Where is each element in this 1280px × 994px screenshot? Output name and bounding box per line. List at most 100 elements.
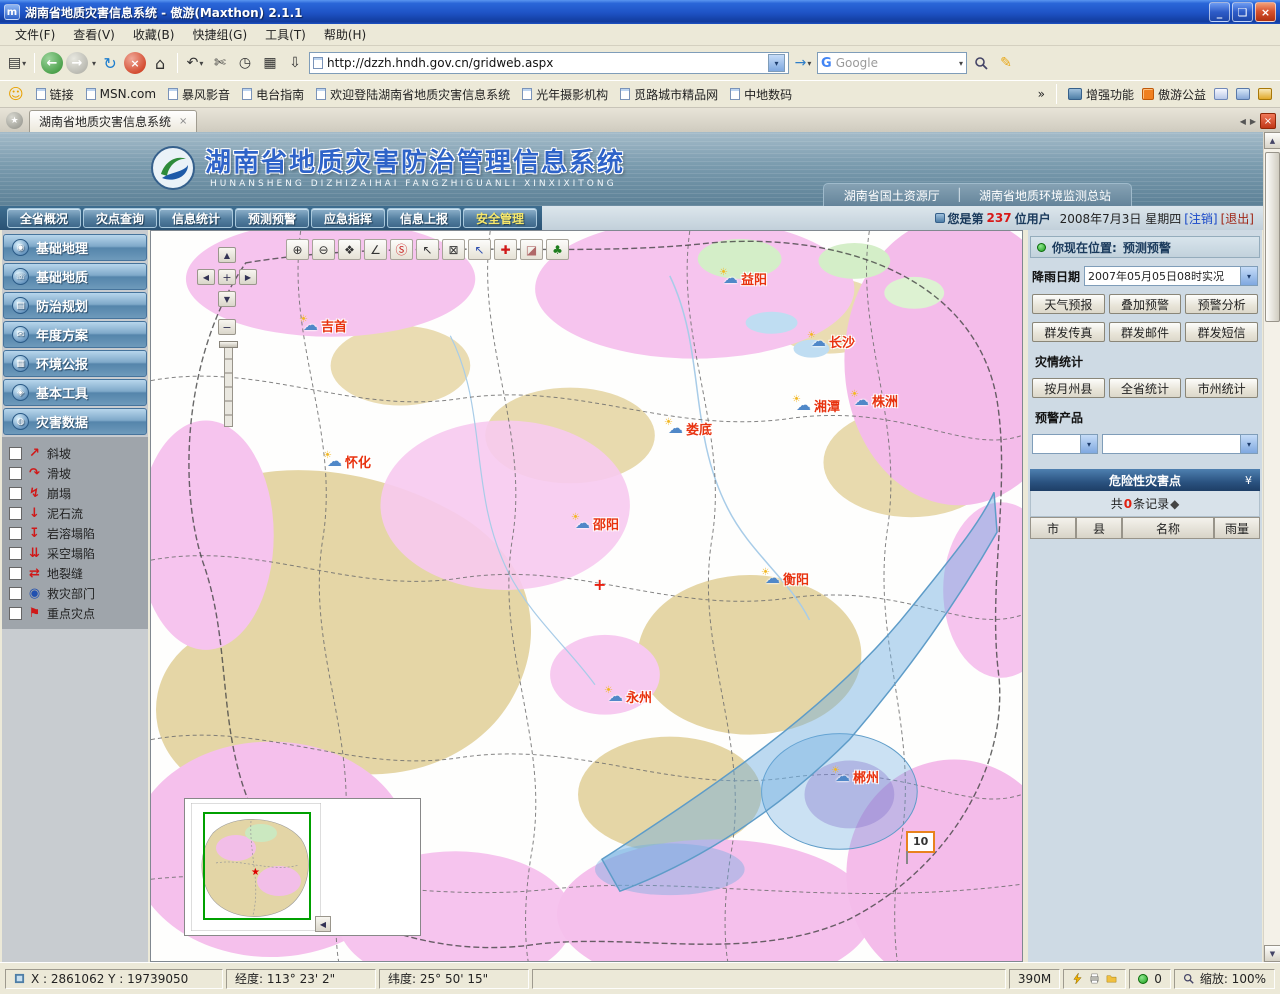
minimize-button[interactable]: _ <box>1209 2 1230 22</box>
nav-tab[interactable]: 预测预警 <box>235 208 309 228</box>
layer-checkbox[interactable] <box>9 527 22 540</box>
select-rect-tool[interactable]: ⊠ <box>442 239 465 260</box>
nav-tab[interactable]: 安全管理 <box>463 208 537 228</box>
layer-checkbox[interactable] <box>9 487 22 500</box>
layer-checkbox[interactable] <box>9 567 22 580</box>
select-arrow-tool[interactable]: ↖ <box>416 239 439 260</box>
menu-item[interactable]: 文件(F) <box>6 23 64 46</box>
layer-checkbox[interactable] <box>9 607 22 620</box>
scroll-up-icon[interactable]: ▲ <box>1264 132 1280 149</box>
scrollbar-thumb[interactable] <box>1265 152 1280 322</box>
maximize-button[interactable]: ❏ <box>1232 2 1253 22</box>
proxy-cell[interactable]: 0 <box>1129 969 1171 989</box>
panel-collapse-icon[interactable]: ¥ <box>1245 474 1252 487</box>
link-geo-monitor[interactable]: 湖南省地质环境监测总站 <box>979 187 1111 204</box>
select-point-tool[interactable]: ↖ <box>468 239 491 260</box>
tab-scroll-left-icon[interactable]: ◀ <box>1240 117 1246 126</box>
panel-button[interactable]: 按月州县 <box>1032 378 1105 398</box>
layer-checkbox[interactable] <box>9 467 22 480</box>
city-marker[interactable]: ☀☁ 衡阳 <box>761 569 809 588</box>
table-header-cell[interactable]: 名称 <box>1122 517 1214 539</box>
charity-link[interactable]: 傲游公益 <box>1142 86 1206 103</box>
table-header-cell[interactable]: 市 <box>1030 517 1076 539</box>
back-button[interactable]: ← <box>41 52 63 74</box>
sidebar-item[interactable]: ☏ 基础地质 <box>3 263 147 290</box>
exit-link[interactable]: [退出] <box>1221 210 1254 227</box>
zoom-in-tool[interactable]: ⊕ <box>286 239 309 260</box>
zoom-out-tool[interactable]: ⊖ <box>312 239 335 260</box>
new-page-button[interactable]: ▤▾ <box>6 51 28 75</box>
menu-item[interactable]: 工具(T) <box>256 23 315 46</box>
overview-collapse-button[interactable]: ◀ <box>315 916 331 932</box>
rain-date-select[interactable]: 2007年05月05日08时实况 ▾ <box>1084 266 1258 286</box>
printer-icon[interactable] <box>1089 973 1100 984</box>
layer-checkbox[interactable] <box>9 547 22 560</box>
tab-disaster-system[interactable]: 湖南省地质灾害信息系统 × <box>29 110 197 132</box>
panel-button[interactable]: 预警分析 <box>1185 294 1258 314</box>
sidebar-item[interactable]: ▦ 环境公报 <box>3 350 147 377</box>
stop-tool[interactable]: Ⓢ <box>390 239 413 260</box>
eraser-tool[interactable]: ◪ <box>520 239 543 260</box>
scroll-down-icon[interactable]: ▼ <box>1264 945 1280 962</box>
quick-link[interactable]: 光年摄影机构 <box>522 86 608 103</box>
sidebar-item[interactable]: ◈ 基本工具 <box>3 379 147 406</box>
nav-tab[interactable]: 信息上报 <box>387 208 461 228</box>
zoom-in-button[interactable]: + <box>218 269 236 285</box>
layer-checkbox[interactable] <box>9 507 22 520</box>
layer-checkbox[interactable] <box>9 587 22 600</box>
panel-button[interactable]: 天气预报 <box>1032 294 1105 314</box>
refresh-button[interactable]: ↻ <box>99 51 121 75</box>
tab-scroll-right-icon[interactable]: ▶ <box>1250 117 1256 126</box>
menu-item[interactable]: 快捷组(G) <box>183 23 256 46</box>
history-dropdown-icon[interactable]: ▾ <box>92 59 96 68</box>
panel-button[interactable]: 群发短信 <box>1185 322 1258 342</box>
city-marker[interactable]: ☀☁ 永州 <box>604 687 652 706</box>
grid-view-button[interactable]: ▦ <box>259 51 281 75</box>
city-marker[interactable]: ☀☁ 长沙 <box>807 332 855 351</box>
city-marker[interactable]: ☀☁ 郴州 <box>831 767 879 786</box>
sidebar-item[interactable]: ◍ 灾害数据 <box>3 408 147 435</box>
logout-link[interactable]: [注销] <box>1184 210 1217 227</box>
zoom-slider-track[interactable] <box>224 343 233 427</box>
sidebar-item[interactable]: ✉ 年度方案 <box>3 321 147 348</box>
overview-map[interactable]: ★ ◀ <box>184 798 421 936</box>
search-input[interactable]: Google <box>836 56 954 70</box>
zoom-cell[interactable]: 缩放: 100% <box>1174 969 1275 989</box>
city-marker[interactable]: ☀☁ 湘潭 <box>792 396 840 415</box>
panel-button[interactable]: 群发邮件 <box>1109 322 1182 342</box>
quick-link[interactable]: 暴风影音 <box>168 86 230 103</box>
danger-panel-header[interactable]: 危险性灾害点 ¥ <box>1030 469 1260 491</box>
window-icon[interactable] <box>1236 88 1250 100</box>
map-canvas[interactable]: ⊕⊖❖∠Ⓢ↖⊠↖✚◪♣ ▲ ◀ + ▶ ▼ − ☀☁ 吉首 ☀☁ 益阳 ☀☁ 长… <box>150 230 1023 962</box>
gift-icon[interactable] <box>1258 88 1272 100</box>
quick-link[interactable]: 欢迎登陆湖南省地质灾害信息系统 <box>316 86 510 103</box>
layer-checkbox[interactable] <box>9 447 22 460</box>
page-scrollbar[interactable]: ▲ ▼ <box>1263 132 1280 962</box>
rain-flag-marker[interactable]: 10 <box>906 831 935 853</box>
city-marker[interactable]: ☀☁ 株洲 <box>850 391 898 410</box>
panel-button[interactable]: 全省统计 <box>1109 378 1182 398</box>
city-marker[interactable]: ☀☁ 吉首 <box>299 316 347 335</box>
city-marker[interactable]: ☀☁ 怀化 <box>323 452 371 471</box>
highlight-button[interactable]: ✎ <box>995 51 1017 75</box>
address-bar[interactable]: http://dzzh.hndh.gov.cn/gridweb.aspx ▾ <box>309 52 789 74</box>
layer-tree-tool[interactable]: ♣ <box>546 239 569 260</box>
mail-icon[interactable] <box>1214 88 1228 100</box>
menu-item[interactable]: 收藏(B) <box>124 23 184 46</box>
link-land-resources[interactable]: 湖南省国土资源厅 <box>844 187 940 204</box>
quick-link[interactable]: 中地数码 <box>730 86 792 103</box>
panel-button[interactable]: 群发传真 <box>1032 322 1105 342</box>
pan-up-button[interactable]: ▲ <box>218 247 236 263</box>
table-header-cell[interactable]: 雨量 <box>1214 517 1260 539</box>
forward-button[interactable]: → <box>66 52 88 74</box>
zoom-slider-thumb[interactable] <box>219 341 238 348</box>
menu-item[interactable]: 帮助(H) <box>315 23 375 46</box>
go-button[interactable]: →▾ <box>792 51 814 75</box>
pan-right-button[interactable]: ▶ <box>239 269 257 285</box>
close-button[interactable]: × <box>1255 2 1276 22</box>
more-links-icon[interactable]: » <box>1038 87 1045 101</box>
quick-link[interactable]: 链接 <box>36 86 74 103</box>
addons-link[interactable]: 增强功能 <box>1068 86 1134 103</box>
measure-tool[interactable]: ∠ <box>364 239 387 260</box>
close-tab-button[interactable]: × <box>1260 113 1276 129</box>
